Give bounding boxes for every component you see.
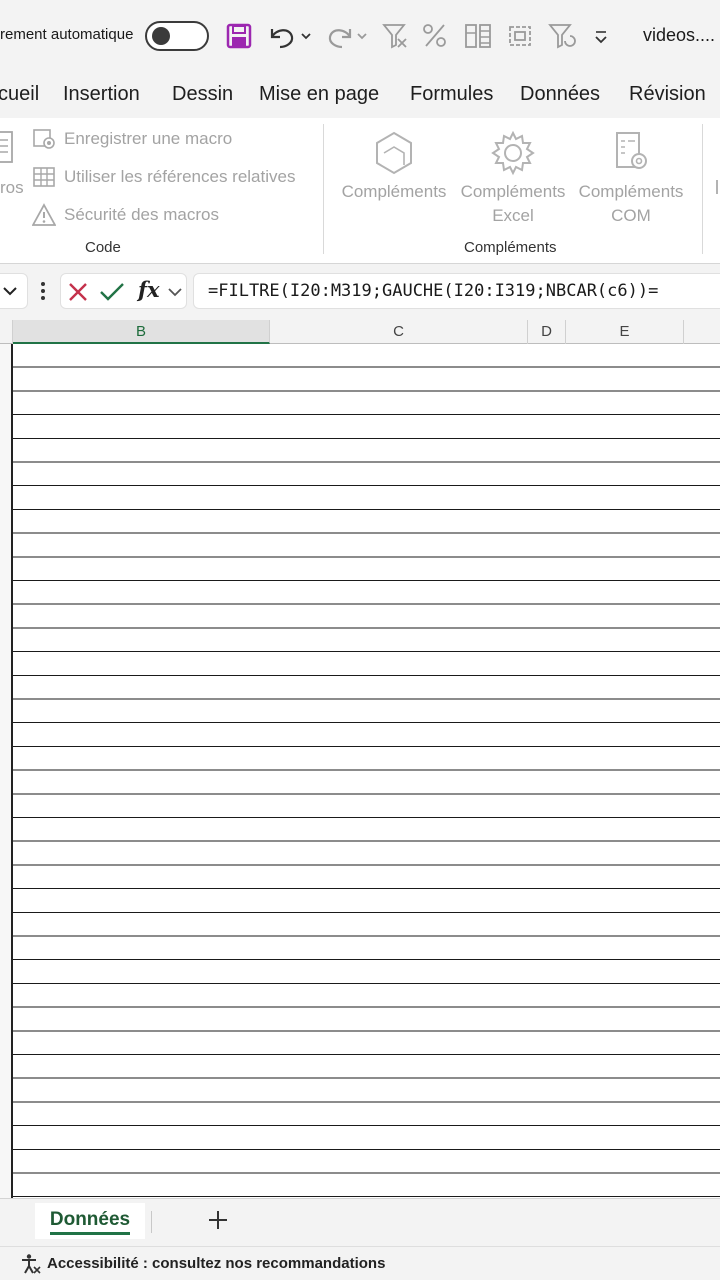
formula-bar: fx =FILTRE(I20:M319;GAUCHE(I20:I319;NBCA… — [0, 264, 720, 320]
com-addins-label-1: Compléments — [578, 182, 684, 201]
accessibility-status[interactable]: Accessibilité : consultez nos recommanda… — [47, 1255, 385, 1272]
formula-actions: fx — [60, 273, 187, 309]
com-addins-label-2: COM — [611, 206, 651, 225]
partial-button-edge — [716, 180, 718, 194]
more-options-icon[interactable] — [38, 278, 48, 309]
excel-addins-button[interactable]: Compléments Excel — [455, 126, 571, 228]
cancel-icon[interactable] — [67, 281, 89, 303]
status-bar: Accessibilité : consultez nos recommanda… — [0, 1246, 720, 1280]
autosave-label: rement automatique — [0, 26, 134, 43]
hexagon-addin-icon — [336, 126, 452, 180]
record-macro-icon — [33, 129, 55, 149]
relative-references-label: Utiliser les références relatives — [64, 167, 296, 186]
column-headers: B C D E — [0, 320, 720, 344]
group-divider — [323, 124, 324, 254]
record-macro-button[interactable]: Enregistrer une macro — [32, 127, 232, 151]
accessibility-icon[interactable] — [20, 1253, 42, 1275]
sheet-tab-donnees[interactable]: Données — [35, 1203, 145, 1239]
confirm-icon[interactable] — [99, 281, 125, 303]
tab-mise-en-page[interactable]: Mise en page — [259, 83, 379, 106]
relative-references-button[interactable]: Utiliser les références relatives — [32, 165, 295, 189]
row-header-corner[interactable] — [0, 320, 13, 344]
title-bar: rement automatique videos.... — [0, 0, 720, 72]
column-header-d[interactable]: D — [528, 320, 566, 344]
ribbon: ros Enregistrer une macro Utiliser les r… — [0, 118, 720, 264]
clear-filter-icon[interactable] — [382, 18, 410, 54]
tab-revision[interactable]: Révision — [629, 83, 706, 106]
sheet-tab-label: Données — [49, 1209, 131, 1235]
sheet-tabs-bar: Données — [0, 1198, 720, 1246]
ribbon-tabs: cueil Insertion Dessin Mise en page Form… — [0, 72, 720, 118]
chevron-down-icon — [3, 287, 17, 296]
worksheet-grid[interactable] — [0, 344, 720, 1198]
com-settings-icon — [573, 126, 689, 180]
macros-button-label[interactable]: ros — [0, 178, 24, 198]
autosave-toggle[interactable] — [145, 21, 209, 51]
column-header-c[interactable]: C — [270, 320, 528, 344]
select-range-icon[interactable] — [506, 18, 534, 54]
tab-accueil[interactable]: cueil — [0, 83, 39, 106]
addins-button[interactable]: Compléments — [336, 126, 452, 204]
save-icon[interactable] — [226, 18, 252, 54]
percent-icon[interactable] — [422, 18, 448, 54]
chevron-down-icon[interactable] — [167, 286, 183, 298]
tab-insertion[interactable]: Insertion — [63, 83, 140, 106]
row-headers[interactable] — [0, 344, 13, 1198]
tab-donnees[interactable]: Données — [520, 83, 600, 106]
excel-addins-label-2: Excel — [492, 206, 534, 225]
addins-group-label: Compléments — [464, 239, 557, 256]
grid-table-icon — [33, 167, 55, 187]
warning-icon — [32, 203, 56, 226]
file-title[interactable]: videos.... — [643, 25, 715, 46]
toggle-knob — [152, 27, 170, 45]
macro-security-label: Sécurité des macros — [64, 205, 219, 224]
code-group-label: Code — [85, 239, 121, 256]
data-compare-icon[interactable] — [464, 18, 492, 54]
column-header-e[interactable]: E — [566, 320, 684, 344]
group-divider — [702, 124, 703, 254]
tab-dessin[interactable]: Dessin — [172, 83, 233, 106]
plus-icon — [209, 1211, 227, 1229]
redo-icon[interactable] — [326, 18, 370, 54]
undo-icon[interactable] — [266, 18, 314, 54]
sheet-tab-divider — [151, 1211, 152, 1233]
macros-icon[interactable] — [0, 128, 16, 177]
formula-input[interactable]: =FILTRE(I20:M319;GAUCHE(I20:I319;NBCAR(c… — [193, 273, 720, 309]
macro-security-button[interactable]: Sécurité des macros — [32, 203, 219, 227]
gear-icon — [455, 126, 571, 180]
excel-addins-label-1: Compléments — [460, 182, 566, 201]
addins-label: Compléments — [341, 182, 447, 201]
column-header-b[interactable]: B — [13, 320, 270, 344]
add-sheet-button[interactable] — [206, 1208, 230, 1237]
filter-refresh-icon[interactable] — [548, 18, 576, 54]
tab-formules[interactable]: Formules — [410, 83, 493, 106]
customize-icon[interactable] — [592, 18, 610, 54]
com-addins-button[interactable]: Compléments COM — [573, 126, 689, 228]
record-macro-label: Enregistrer une macro — [64, 129, 233, 148]
insert-function-button[interactable]: fx — [138, 277, 160, 302]
name-box-dropdown[interactable] — [0, 273, 28, 309]
